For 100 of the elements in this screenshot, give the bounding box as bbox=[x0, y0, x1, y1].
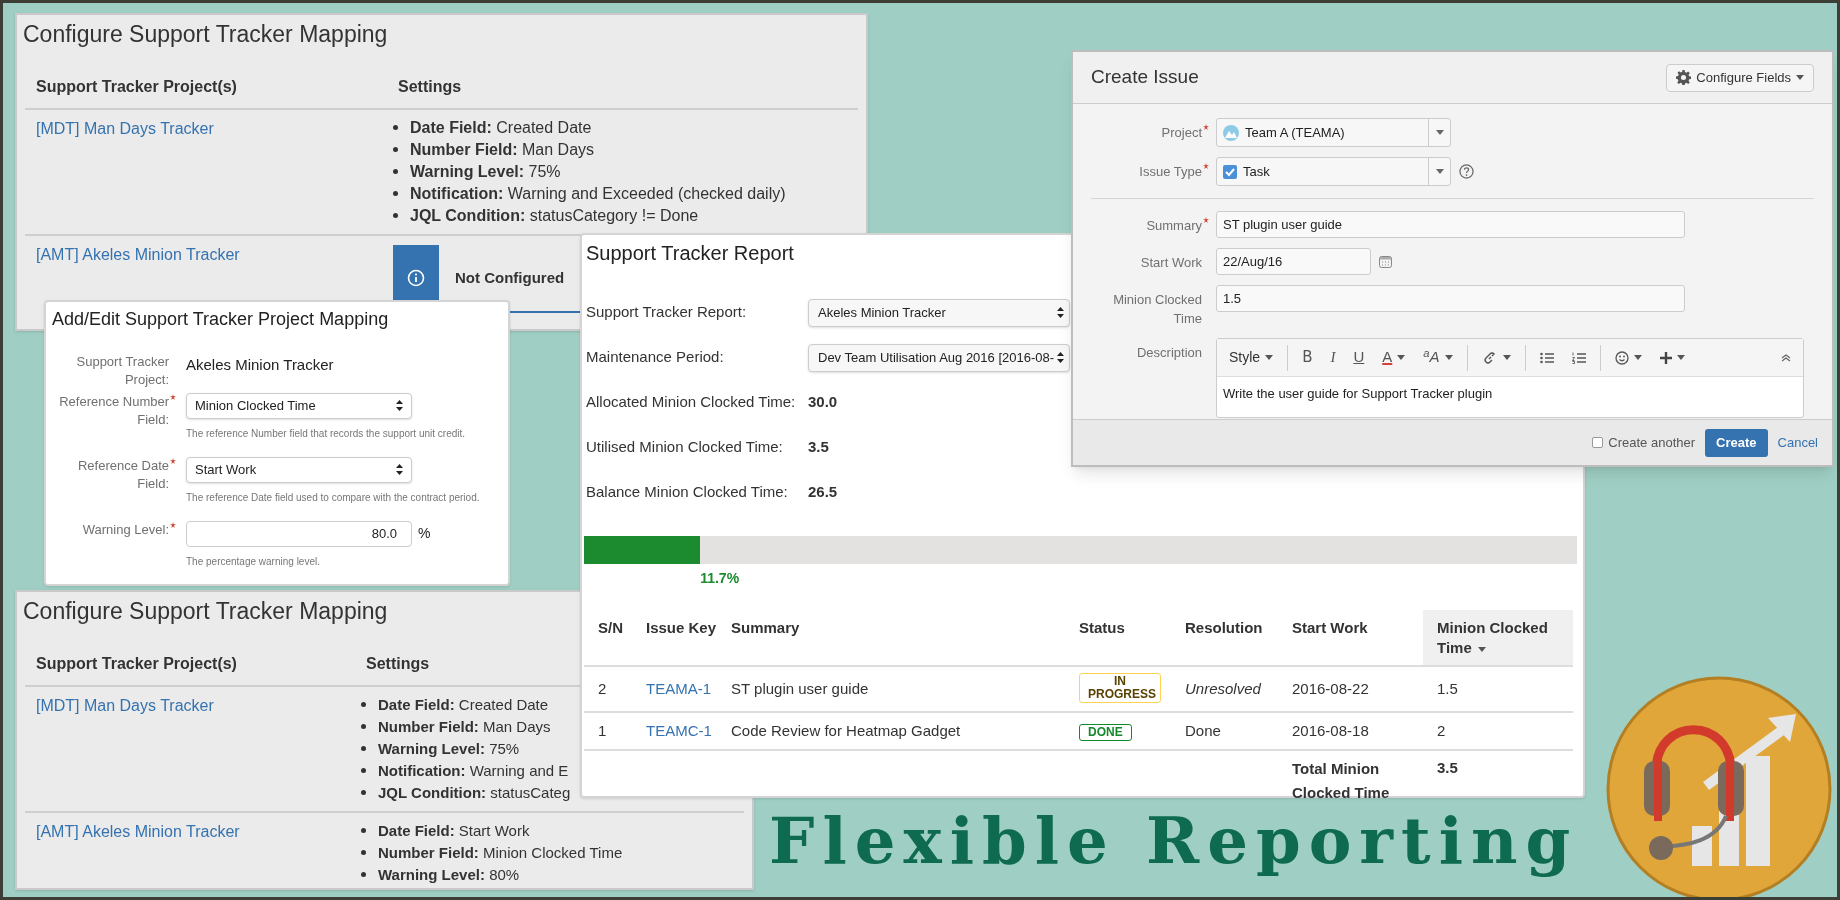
setting-text: Notification: Warning and E bbox=[378, 760, 569, 781]
column-header[interactable]: Resolution bbox=[1171, 610, 1278, 666]
setting-text: Warning Level: 75% bbox=[410, 161, 561, 182]
project-link[interactable]: [AMT] Akeles Minion Tracker bbox=[36, 245, 240, 263]
setting-text: Warning Level: 75% bbox=[378, 738, 520, 759]
caret-icon bbox=[1502, 355, 1511, 360]
caret-icon bbox=[1633, 355, 1642, 360]
help-icon[interactable] bbox=[1459, 164, 1474, 179]
description-editor[interactable]: Style B I U A $^{a}$A Write the user guide for Support Tracker plugin bbox=[1216, 338, 1804, 418]
report-title: Support Tracker Report bbox=[586, 242, 794, 264]
table-cell: Done bbox=[1171, 712, 1278, 750]
dialog-title: Add/Edit Support Tracker Project Mapping bbox=[51, 308, 390, 331]
task-checkbox-icon bbox=[1223, 164, 1237, 179]
gear-icon bbox=[1676, 70, 1692, 85]
table-cell: 2016-08-18 bbox=[1278, 712, 1423, 750]
table-cell: 2 bbox=[584, 666, 632, 712]
text-field[interactable]: 1.5 bbox=[1216, 285, 1685, 312]
column-header[interactable]: Start Work bbox=[1278, 610, 1423, 666]
caret-icon bbox=[1265, 355, 1274, 360]
create-button[interactable]: Create bbox=[1705, 428, 1768, 457]
toolbar-button[interactable]: A bbox=[1378, 343, 1410, 372]
up-down-arrow-icon bbox=[396, 400, 403, 411]
filter-label: Support Tracker Report: bbox=[586, 302, 748, 323]
stat-label: Allocated Minion Clocked Time: bbox=[586, 392, 797, 413]
select-field[interactable]: Dev Team Utilisation Aug 2016 [2016-08- bbox=[808, 343, 1070, 372]
setting-text: Number Field: Man Days bbox=[378, 716, 551, 737]
setting-text: JQL Condition: statusCategory != Done bbox=[410, 205, 699, 226]
select-field[interactable]: Task bbox=[1216, 157, 1451, 186]
column-header[interactable]: S/N bbox=[584, 610, 632, 666]
configure-fields-button[interactable]: Configure Fields bbox=[1666, 63, 1814, 92]
column-header: Support Tracker Project(s) bbox=[35, 76, 238, 97]
setting-text: Number Field: Minion Clocked Time bbox=[378, 842, 623, 863]
dialog-title: Create Issue bbox=[1091, 65, 1199, 90]
create-another-checkbox[interactable]: Create another bbox=[1592, 432, 1696, 453]
status-lozenge: DONE bbox=[1079, 723, 1132, 741]
number-field[interactable]: 80.0 bbox=[186, 520, 412, 547]
help-text: The reference Date field used to compare with the contract period. bbox=[186, 490, 481, 505]
panel-title: Configure Support Tracker Mapping bbox=[22, 597, 389, 626]
field-label: Reference Number Field: bbox=[58, 392, 169, 429]
column-header[interactable]: Minion Clocked Time bbox=[1423, 610, 1573, 666]
column-header[interactable]: Summary bbox=[717, 610, 1065, 666]
field-label: Support Tracker Project: bbox=[75, 353, 169, 389]
select-field[interactable]: Start Work bbox=[186, 456, 412, 483]
dropdown-caret-icon bbox=[1435, 130, 1444, 135]
caret-icon bbox=[1676, 355, 1685, 360]
caret-icon bbox=[1444, 355, 1453, 360]
up-down-arrow-icon bbox=[1057, 307, 1064, 318]
column-header[interactable]: Issue Key bbox=[632, 610, 717, 666]
field-label: Warning Level: bbox=[82, 520, 169, 539]
numbered-list-icon bbox=[1571, 351, 1586, 364]
select-field[interactable]: Akeles Minion Tracker bbox=[808, 298, 1070, 327]
stat-label: Utilised Minion Clocked Time: bbox=[586, 437, 784, 458]
table-cell: Unresolved bbox=[1171, 666, 1278, 712]
text-field[interactable]: ST plugin user guide bbox=[1216, 211, 1685, 238]
select-field[interactable]: Minion Clocked Time bbox=[186, 392, 412, 419]
up-down-arrow-icon bbox=[396, 464, 403, 475]
style-menu-button[interactable]: Style bbox=[1225, 343, 1278, 372]
setting-text: Warning Level: 80% bbox=[378, 864, 520, 885]
column-header[interactable]: Status bbox=[1065, 610, 1171, 666]
toolbar-button[interactable]: U bbox=[1349, 343, 1369, 372]
field-label: Minion Clocked Time bbox=[1112, 291, 1202, 328]
field-value: Akeles Minion Tracker bbox=[186, 355, 335, 375]
toolbar-button[interactable]: $^{a}$A bbox=[1419, 343, 1457, 372]
up-down-arrow-icon bbox=[1057, 352, 1064, 363]
table-cell: Code Review for Heatmap Gadget bbox=[717, 712, 1065, 750]
total-label: Total Minion Clocked Time bbox=[1278, 750, 1423, 805]
progress-percent: 11.7% bbox=[700, 569, 740, 588]
project-link[interactable]: [AMT] Akeles Minion Tracker bbox=[36, 822, 240, 840]
issue-link[interactable]: TEAMA-1 bbox=[646, 679, 711, 697]
help-text: The reference Number field that records the support unit credit. bbox=[186, 426, 467, 441]
table-cell: 2 bbox=[1423, 712, 1573, 750]
issue-link[interactable]: TEAMC-1 bbox=[646, 721, 712, 739]
toolbar-button[interactable]: I bbox=[1326, 343, 1340, 372]
status-lozenge: IN PROGRESS bbox=[1079, 673, 1161, 704]
calendar-icon[interactable] bbox=[1379, 255, 1392, 268]
banner-title: Flexible Reporting bbox=[769, 802, 1579, 880]
unit-label: % bbox=[418, 524, 431, 543]
field-label: Issue Type bbox=[1139, 163, 1202, 181]
setting-text: Date Field: Created Date bbox=[410, 117, 592, 138]
column-header: Support Tracker Project(s) bbox=[35, 653, 238, 674]
field-label: Reference Date Field: bbox=[76, 456, 169, 493]
project-link[interactable]: [MDT] Man Days Tracker bbox=[36, 119, 214, 137]
field-label: Start Work bbox=[1140, 254, 1202, 272]
project-avatar-icon bbox=[1223, 124, 1239, 141]
setting-text: Date Field: Start Work bbox=[378, 820, 530, 841]
setting-text: Date Field: Created Date bbox=[378, 694, 549, 715]
double-chevron-icon bbox=[1781, 353, 1791, 362]
field-label: Description bbox=[1136, 344, 1202, 362]
total-value: 3.5 bbox=[1423, 750, 1573, 805]
date-field[interactable]: 22/Aug/16 bbox=[1216, 248, 1371, 275]
cancel-link[interactable]: Cancel bbox=[1777, 432, 1818, 453]
stat-value: 30.0 bbox=[808, 392, 838, 413]
panel-title: Configure Support Tracker Mapping bbox=[22, 20, 389, 49]
toolbar-button[interactable]: B bbox=[1298, 343, 1317, 372]
select-field[interactable]: Team A (TEAMA) bbox=[1216, 118, 1451, 147]
filter-label: Maintenance Period: bbox=[586, 347, 725, 368]
info-icon bbox=[407, 268, 425, 287]
project-link[interactable]: [MDT] Man Days Tracker bbox=[36, 696, 214, 714]
plus-icon bbox=[1659, 351, 1672, 364]
dropdown-caret-icon bbox=[1435, 169, 1444, 174]
